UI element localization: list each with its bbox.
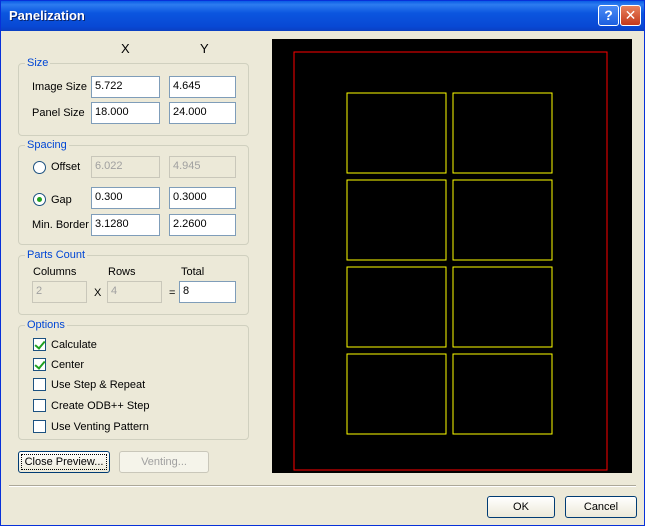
- help-button[interactable]: ?: [598, 5, 619, 26]
- venting-pattern-checkbox[interactable]: [33, 420, 46, 433]
- image-size-x-input[interactable]: 5.722: [91, 76, 160, 98]
- venting-pattern-label: Use Venting Pattern: [51, 421, 149, 433]
- separator: [9, 485, 636, 487]
- calculate-label: Calculate: [51, 339, 97, 351]
- size-legend: Size: [27, 57, 49, 69]
- offset-radio[interactable]: [33, 161, 46, 174]
- image-tile: [452, 92, 553, 174]
- center-label: Center: [51, 359, 85, 371]
- total-label: Total: [181, 266, 205, 278]
- cancel-button[interactable]: Cancel: [565, 496, 637, 518]
- times-sign: X: [94, 287, 102, 299]
- odb-step-checkbox[interactable]: [33, 399, 46, 412]
- gap-label: Gap: [51, 194, 72, 206]
- image-tile: [452, 179, 553, 261]
- offset-x-input: 6.022: [91, 156, 160, 178]
- close-button[interactable]: ✕: [620, 5, 641, 26]
- panel-size-y-input[interactable]: 24.000: [169, 102, 236, 124]
- panel-preview: [272, 39, 632, 473]
- image-tile: [346, 92, 447, 174]
- panel-outline: [293, 51, 608, 471]
- panel-size-label: Panel Size: [32, 107, 85, 119]
- image-tile: [452, 266, 553, 348]
- image-tile: [346, 266, 447, 348]
- gap-radio[interactable]: [33, 193, 46, 206]
- help-icon: ?: [604, 7, 613, 23]
- equals-sign: =: [169, 287, 176, 299]
- min-border-label: Min. Border: [32, 219, 89, 231]
- panelization-dialog: Panelization ? ✕ X Y Size Image Size 5.7…: [0, 0, 645, 526]
- title-bar[interactable]: Panelization ? ✕: [1, 1, 644, 31]
- column-y-header: Y: [200, 41, 209, 56]
- columns-input: 2: [32, 281, 87, 303]
- rows-input: 4: [107, 281, 162, 303]
- rows-label: Rows: [108, 266, 136, 278]
- window-title: Panelization: [9, 8, 85, 23]
- close-preview-button[interactable]: Close Preview...: [18, 451, 110, 473]
- image-tile: [346, 353, 447, 435]
- odb-step-label: Create ODB++ Step: [51, 400, 150, 412]
- image-grid: [346, 92, 553, 435]
- image-size-y-input[interactable]: 4.645: [169, 76, 236, 98]
- ok-button[interactable]: OK: [487, 496, 555, 518]
- parts-count-legend: Parts Count: [27, 249, 86, 261]
- min-border-x-input[interactable]: 3.1280: [91, 214, 160, 236]
- image-tile: [452, 353, 553, 435]
- calculate-checkbox[interactable]: [33, 338, 46, 351]
- columns-label: Columns: [33, 266, 77, 278]
- options-legend: Options: [27, 319, 65, 331]
- offset-y-input: 4.945: [169, 156, 236, 178]
- venting-button: Venting...: [119, 451, 209, 473]
- gap-x-input[interactable]: 0.300: [91, 187, 160, 209]
- min-border-y-input[interactable]: 2.2600: [169, 214, 236, 236]
- gap-y-input[interactable]: 0.3000: [169, 187, 236, 209]
- preview-canvas: [293, 51, 608, 471]
- step-repeat-label: Use Step & Repeat: [51, 379, 146, 391]
- panel-size-x-input[interactable]: 18.000: [91, 102, 160, 124]
- image-tile: [346, 179, 447, 261]
- total-input[interactable]: 8: [179, 281, 236, 303]
- column-x-header: X: [121, 41, 130, 56]
- center-checkbox[interactable]: [33, 358, 46, 371]
- step-repeat-checkbox[interactable]: [33, 378, 46, 391]
- offset-label: Offset: [51, 161, 81, 173]
- image-size-label: Image Size: [32, 81, 88, 93]
- spacing-legend: Spacing: [27, 139, 67, 151]
- close-icon: ✕: [624, 7, 637, 23]
